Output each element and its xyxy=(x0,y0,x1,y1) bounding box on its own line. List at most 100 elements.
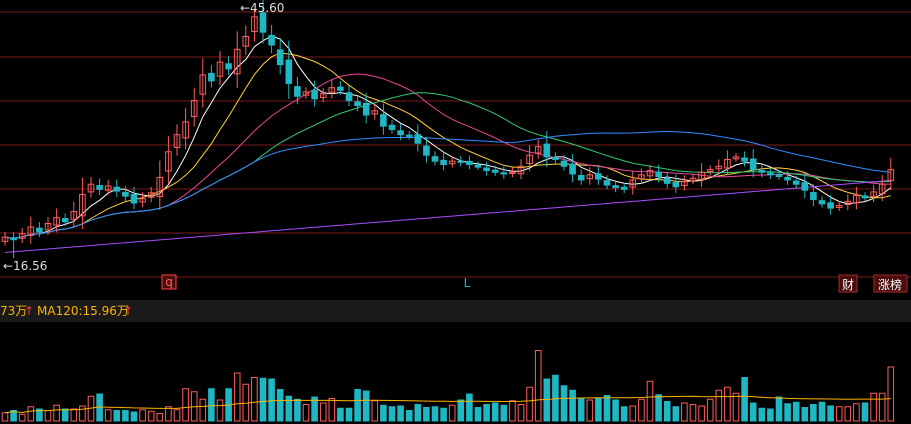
candle-body xyxy=(577,174,585,181)
candle-body xyxy=(130,193,138,204)
rank-badge-label: 涨榜 xyxy=(878,277,902,292)
volume-bar xyxy=(861,402,869,422)
stock-chart[interactable]: 73万 ↑ MA120:15.96万 ↑ ←45.60 ←16.56 q L 财… xyxy=(0,0,911,424)
volume-bar xyxy=(792,401,800,422)
candle-body xyxy=(491,169,499,173)
volume-bar xyxy=(767,408,774,422)
candle-body xyxy=(741,157,748,162)
candle-body xyxy=(362,102,370,116)
candle-body xyxy=(208,72,215,82)
volume-bar xyxy=(466,393,473,422)
volume-bar xyxy=(345,407,353,422)
candle-body xyxy=(423,145,430,156)
volume-bar xyxy=(113,410,121,422)
volume-bar xyxy=(620,406,628,422)
volume-bar xyxy=(672,406,680,422)
volume-bar xyxy=(431,406,439,422)
candle-body xyxy=(483,167,490,172)
candle-body xyxy=(749,158,757,171)
candle-body xyxy=(672,182,680,188)
volume-bar xyxy=(775,396,783,422)
candle-body xyxy=(466,160,473,166)
volume-bar xyxy=(655,394,662,422)
candle-body xyxy=(225,63,232,70)
candle-body xyxy=(397,130,404,136)
volume-ma120-label: MA120:15.96万 xyxy=(37,304,129,318)
volume-bar xyxy=(354,389,361,422)
candle-body xyxy=(758,169,766,173)
candle-body xyxy=(276,49,284,66)
volume-bar xyxy=(741,377,748,422)
candle-body xyxy=(767,172,774,176)
volume-bar xyxy=(818,401,826,422)
candle-body xyxy=(792,180,800,185)
volume-bar xyxy=(801,407,809,422)
highest-price-label: ←45.60 xyxy=(240,1,284,15)
candle-body xyxy=(388,124,396,131)
volume-bar xyxy=(122,410,129,422)
finance-badge-label: 财 xyxy=(842,278,854,292)
candle-body xyxy=(10,237,17,241)
candle-body xyxy=(122,191,129,197)
volume-bar xyxy=(569,389,576,422)
marker-l-icon[interactable]: L xyxy=(464,276,471,290)
volume-bar xyxy=(414,404,422,422)
volume-bar xyxy=(663,401,671,422)
lowest-price-label: ←16.56 xyxy=(3,259,47,273)
volume-bar xyxy=(491,402,499,422)
candle-body xyxy=(268,34,275,46)
volume-bar xyxy=(337,407,344,422)
candle-body xyxy=(294,86,301,97)
volume-bar xyxy=(457,399,465,422)
volume-bar xyxy=(61,408,69,422)
candle-body xyxy=(655,171,662,178)
candle-body xyxy=(259,12,267,33)
candle-body xyxy=(543,143,551,158)
volume-ma-partial-arrow: ↑ xyxy=(24,304,34,318)
candle-body xyxy=(552,157,559,160)
volume-bar xyxy=(130,411,138,422)
volume-bar xyxy=(612,399,619,422)
volume-bar xyxy=(294,398,301,422)
volume-bar xyxy=(758,407,766,422)
volume-bar xyxy=(423,407,430,422)
volume-ma120-arrow: ↑ xyxy=(123,304,133,318)
candle-body xyxy=(474,164,482,168)
volume-bar xyxy=(259,377,267,422)
volume-bar xyxy=(380,404,387,422)
volume-bar xyxy=(276,389,284,422)
candle-body xyxy=(405,134,413,137)
marker-q-icon: q xyxy=(165,275,173,289)
candle-body xyxy=(285,59,293,84)
volume-bar xyxy=(827,405,834,422)
candle-body xyxy=(61,218,69,223)
candle-body xyxy=(96,184,103,190)
candle-body xyxy=(113,186,121,192)
candle-body xyxy=(827,202,834,209)
volume-bar xyxy=(362,390,370,422)
candle-body xyxy=(818,200,826,205)
candle-body xyxy=(354,101,361,107)
candle-body xyxy=(457,160,465,163)
candle-body xyxy=(663,177,671,184)
candle-body xyxy=(337,86,344,91)
volume-bar xyxy=(552,374,559,422)
volume-bar xyxy=(577,398,585,422)
volume-bar xyxy=(397,405,404,422)
volume-bar xyxy=(603,395,611,422)
volume-bar xyxy=(388,406,396,422)
candle-body xyxy=(569,163,576,175)
candle-body xyxy=(801,182,809,191)
volume-bar xyxy=(268,378,275,422)
volume-bar xyxy=(405,410,413,422)
candle-body xyxy=(500,172,508,175)
candle-body xyxy=(414,134,422,144)
candle-body xyxy=(620,186,628,190)
candle-body xyxy=(775,173,783,178)
candle-body xyxy=(440,159,447,166)
candle-body xyxy=(431,156,439,162)
volume-bar xyxy=(483,404,490,422)
candle-body xyxy=(311,89,318,100)
candle-body xyxy=(380,114,387,127)
candle-body xyxy=(810,192,817,201)
